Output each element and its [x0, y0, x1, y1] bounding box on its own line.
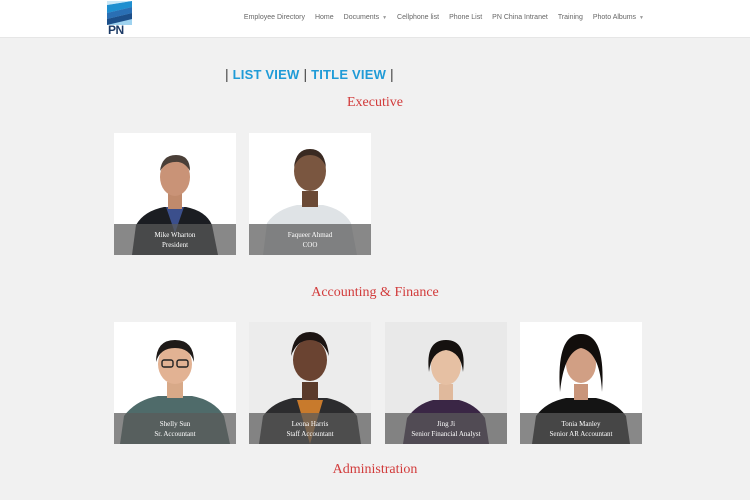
site-header: PN Employee Directory Home Documents ▼ Ce… [0, 0, 750, 38]
nav-employee-directory[interactable]: Employee Directory [244, 14, 305, 21]
person-caption: Jing Ji Senior Financial Analyst [385, 413, 507, 444]
person-caption: Faqueer Ahmad COO [249, 224, 371, 255]
nav-cellphone-list[interactable]: Cellphone list [397, 14, 439, 21]
person-title: Staff Accountant [286, 430, 334, 438]
chevron-down-icon: ▼ [639, 14, 644, 21]
person-card[interactable]: Shelly Sun Sr. Accountant [114, 322, 236, 444]
company-logo[interactable]: PN [107, 1, 132, 37]
view-switcher: | LIST VIEW | TITLE VIEW | [221, 66, 398, 82]
chevron-down-icon: ▼ [382, 14, 388, 21]
person-title: Sr. Accountant [154, 430, 196, 438]
separator: | [390, 66, 394, 82]
person-caption: Shelly Sun Sr. Accountant [114, 413, 236, 444]
logo-text: PN [108, 23, 124, 37]
nav-pn-china-intranet[interactable]: PN China Intranet [492, 14, 548, 21]
nav-training[interactable]: Training [558, 14, 583, 21]
list-view-link[interactable]: LIST VIEW [233, 67, 300, 82]
person-title: COO [302, 241, 318, 249]
person-title: Senior Financial Analyst [411, 430, 481, 438]
person-card[interactable]: Mike Wharton President [114, 133, 236, 255]
person-card[interactable]: Jing Ji Senior Financial Analyst [385, 322, 507, 444]
person-card[interactable]: Faqueer Ahmad COO [249, 133, 371, 255]
person-caption: Leona Harris Staff Accountant [249, 413, 371, 444]
person-caption: Tonia Manley Senior AR Accountant [520, 413, 642, 444]
nav-documents[interactable]: Documents ▼ [344, 14, 387, 21]
separator: | [303, 66, 308, 82]
person-name: Faqueer Ahmad [287, 231, 333, 239]
person-name: Mike Wharton [154, 231, 196, 239]
nav-phone-list[interactable]: Phone List [449, 14, 482, 21]
person-name: Shelly Sun [159, 420, 191, 428]
person-name: Leona Harris [291, 420, 329, 428]
section-title-accounting-finance: Accounting & Finance [311, 285, 439, 300]
section-title-executive: Executive [347, 95, 403, 110]
person-caption: Mike Wharton President [114, 224, 236, 255]
nav-home[interactable]: Home [315, 14, 334, 21]
section-title-administration: Administration [332, 462, 418, 477]
person-title: President [161, 241, 189, 249]
separator: | [225, 66, 229, 82]
person-name: Jing Ji [436, 420, 456, 428]
person-card[interactable]: Leona Harris Staff Accountant [249, 322, 371, 444]
person-card[interactable]: Tonia Manley Senior AR Accountant [520, 322, 642, 444]
person-title: Senior AR Accountant [549, 430, 613, 438]
main-nav: Employee Directory Home Documents ▼ Cellp… [234, 14, 644, 21]
title-view-link[interactable]: TITLE VIEW [311, 67, 386, 82]
person-name: Tonia Manley [561, 420, 601, 428]
nav-photo-albums[interactable]: Photo Albums ▼ [593, 14, 644, 21]
